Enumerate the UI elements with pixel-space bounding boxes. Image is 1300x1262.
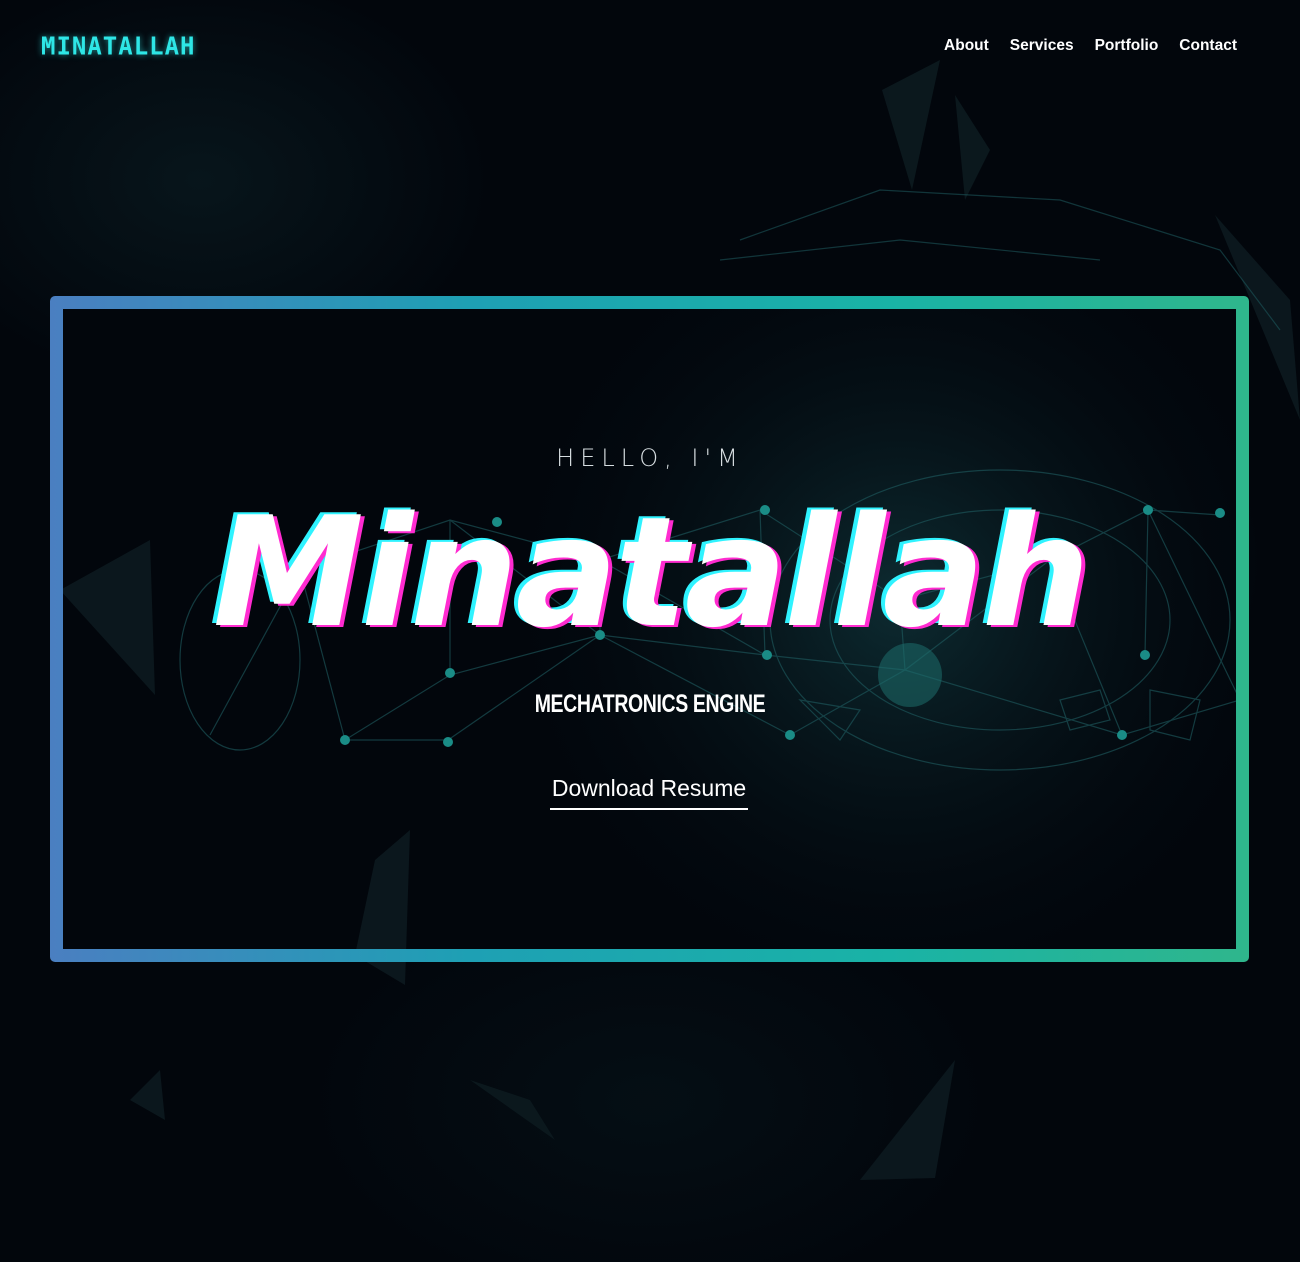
hero-name-text: Minatallah — [212, 484, 1090, 661]
hero-greeting: HELLO, I'M — [556, 444, 744, 472]
hero-role: MECHATRONICS ENGINE — [534, 690, 766, 718]
hero-name: Minatallah Minatallah Minatallah — [0, 484, 1300, 661]
download-resume-link[interactable]: Download Resume — [550, 775, 748, 810]
page: MINATALLAH About Services Portfolio Cont… — [0, 0, 1300, 1262]
